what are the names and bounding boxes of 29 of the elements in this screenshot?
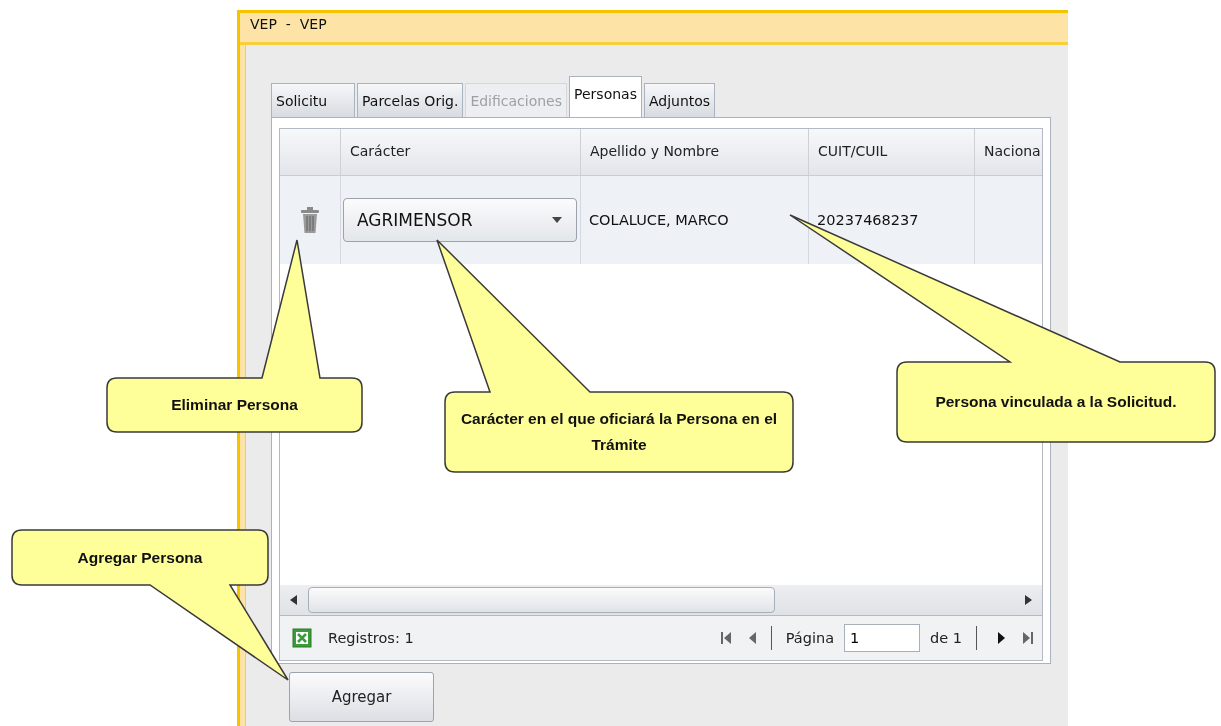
tab[interactable]: Solicitu xyxy=(271,83,355,117)
scrollbar-thumb[interactable] xyxy=(308,587,775,613)
tab[interactable]: Parcelas Orig. xyxy=(357,83,464,117)
callout-text: Agregar Persona xyxy=(76,547,204,568)
last-page-icon[interactable] xyxy=(1022,631,1034,645)
column-header: CUIT/CUIL xyxy=(809,129,975,175)
callout-text: Carácter en el que oficiará la Persona en el Trámite xyxy=(459,409,779,455)
page-label: Página xyxy=(785,630,835,646)
add-button[interactable]: Agregar xyxy=(289,672,434,722)
trash-icon[interactable] xyxy=(300,206,320,234)
tab[interactable]: Adjuntos xyxy=(643,83,716,117)
page-input[interactable]: 1 xyxy=(844,624,921,652)
previous-page-icon[interactable] xyxy=(747,631,757,645)
window-title: VEP - VEP xyxy=(250,16,327,32)
column-header: Carácter xyxy=(341,129,581,175)
tab[interactable]: Personas xyxy=(569,76,642,117)
callout-text: Persona vinculada a la Solicitud. xyxy=(934,392,1178,413)
scroll-right-icon[interactable] xyxy=(1024,595,1032,605)
column-header: Apellido y Nombre xyxy=(581,129,809,175)
caret-icon xyxy=(552,217,562,223)
dropdown[interactable]: AGRIMENSOR xyxy=(343,198,577,242)
records-count: Registros: 1 xyxy=(328,630,414,646)
next-page-icon[interactable] xyxy=(997,631,1006,645)
x-box-icon[interactable] xyxy=(292,628,312,648)
page-total: de 1 xyxy=(930,630,962,646)
horizontal-scrollbar[interactable] xyxy=(280,585,1042,615)
column-header: Naciona xyxy=(975,129,1042,175)
first-page-icon[interactable] xyxy=(719,631,732,645)
callout-text: Eliminar Persona xyxy=(170,395,299,416)
